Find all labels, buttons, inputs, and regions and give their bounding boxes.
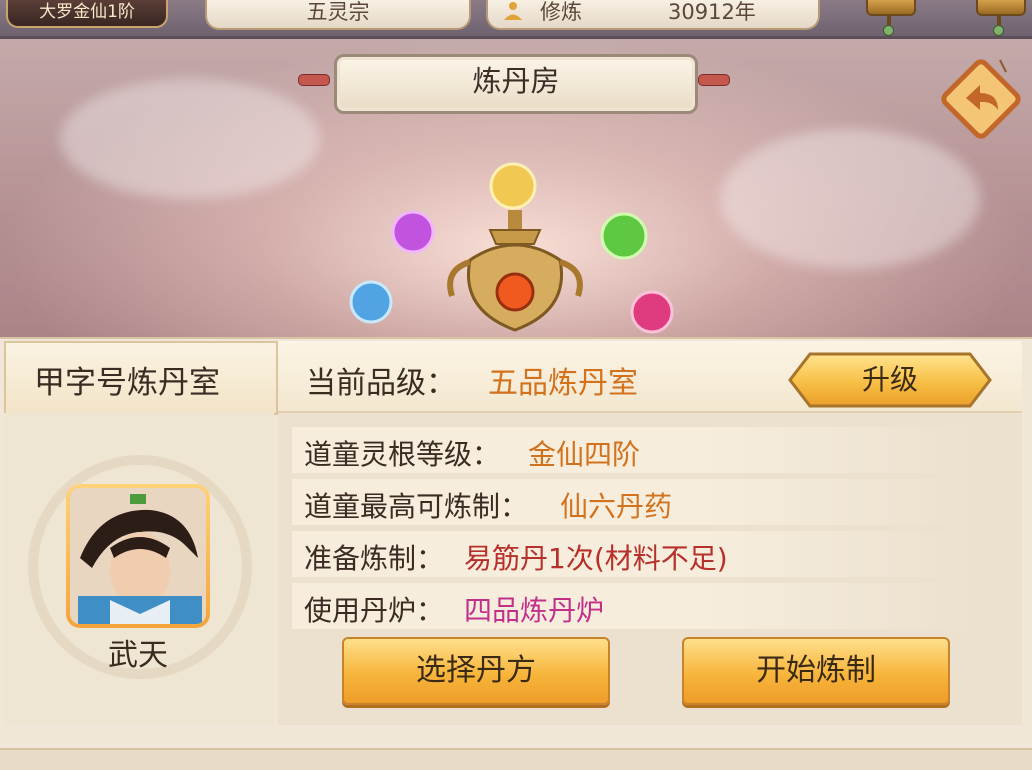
max-refine-label: 道童最高可炼制： (304, 490, 529, 523)
grade-value: 五品炼丹室 (488, 366, 638, 401)
spirit-orbs (349, 162, 674, 334)
spirit-orb-icon (600, 212, 648, 260)
spirit-orb-icon (391, 210, 435, 254)
select-recipe-label: 选择丹方 (416, 653, 536, 688)
next-room-panel-edge (0, 748, 1032, 770)
furnace-label: 使用丹炉： (304, 594, 445, 627)
prepare-label: 准备炼制： (304, 542, 445, 575)
spirit-root-value: 金仙四阶 (528, 438, 641, 471)
max-refine-value: 仙六丹药 (560, 490, 673, 523)
spirit-orb-icon (489, 162, 537, 210)
disciple-name: 武天 (108, 638, 168, 673)
spirit-root-label: 道童灵根等级： (304, 438, 501, 471)
start-refine-label: 开始炼制 (756, 653, 876, 688)
info-row-spirit-root: 道童灵根等级： 金仙四阶 (292, 427, 972, 473)
disciple-avatar-icon (70, 488, 206, 624)
spirit-orb-icon (630, 290, 674, 334)
info-row-prepare: 准备炼制： 易筋丹1次(材料不足) (292, 531, 972, 577)
disciple-portrait-frame[interactable] (66, 484, 210, 628)
select-recipe-button[interactable]: 选择丹方 (342, 637, 610, 705)
grade-label: 当前品级： (306, 366, 456, 401)
upgrade-button[interactable]: 升级 (788, 352, 992, 408)
info-row-max-refine: 道童最高可炼制： 仙六丹药 (292, 479, 972, 525)
room-name: 甲字号炼丹室 (34, 365, 220, 401)
prepare-value: 易筋丹1次(材料不足) (464, 542, 728, 575)
avatar (70, 488, 206, 624)
spirit-orb-icon (349, 280, 393, 324)
furnace-value: 四品炼丹炉 (464, 594, 605, 627)
start-refine-button[interactable]: 开始炼制 (682, 637, 950, 705)
info-row-furnace: 使用丹炉： 四品炼丹炉 (292, 583, 972, 629)
